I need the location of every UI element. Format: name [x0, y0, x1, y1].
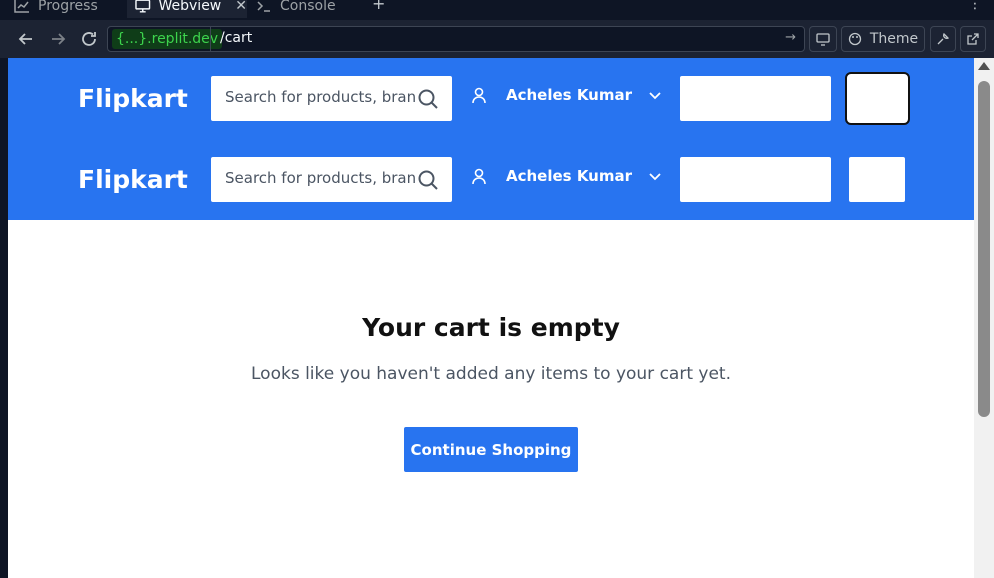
device-toggle-button[interactable]: [809, 26, 837, 52]
site-logo[interactable]: Flipkart: [78, 84, 188, 113]
empty-cart-subtitle: Looks like you haven't added any items t…: [251, 364, 731, 384]
forward-arrow-icon[interactable]: [48, 29, 68, 49]
monitor-icon: [135, 0, 151, 13]
user-name: Acheles Kumar: [506, 86, 633, 104]
search-input[interactable]: [225, 88, 415, 106]
scroll-up-arrow-icon[interactable]: [978, 62, 990, 70]
user-menu[interactable]: Acheles Kumar: [470, 86, 662, 104]
empty-cart-title: Your cart is empty: [362, 313, 620, 342]
user-name: Acheles Kumar: [506, 167, 633, 185]
terminal-icon: [257, 1, 270, 12]
webview-toolbar: {...}.replit.dev /cart → Theme: [0, 20, 994, 58]
user-menu[interactable]: Acheles Kumar: [470, 167, 662, 185]
add-tab-button[interactable]: +: [372, 0, 385, 13]
scrollbar-thumb[interactable]: [978, 81, 990, 417]
theme-button[interactable]: Theme: [841, 26, 925, 52]
go-arrow-icon[interactable]: →: [785, 30, 796, 45]
open-new-window-button[interactable]: [960, 26, 986, 52]
back-arrow-icon[interactable]: [16, 29, 36, 49]
search-box: [211, 76, 452, 121]
devtools-button[interactable]: [930, 26, 956, 52]
reload-icon[interactable]: [79, 29, 99, 49]
tab-progress[interactable]: Progress: [14, 0, 98, 18]
tab-console-label: Console: [280, 0, 336, 14]
palette-icon: [848, 32, 861, 46]
url-path[interactable]: /cart: [220, 30, 252, 46]
ide-tab-bar: Progress Webview ✕ Console + ⋮: [0, 0, 994, 20]
chevron-down-icon: [649, 173, 661, 181]
chevron-down-icon: [649, 92, 661, 100]
wrench-icon: [937, 32, 950, 45]
search-input[interactable]: [225, 169, 415, 187]
cart-button-focused[interactable]: [845, 72, 910, 125]
site-header: Flipkart Acheles Kumar: [8, 58, 974, 139]
user-icon: [472, 168, 486, 185]
url-bar[interactable]: {...}.replit.dev /cart →: [107, 26, 805, 52]
search-icon[interactable]: [417, 88, 439, 110]
theme-label: Theme: [869, 31, 919, 47]
user-icon: [472, 87, 486, 104]
empty-cart-message: Your cart is empty Looks like you haven'…: [8, 313, 974, 384]
url-divider: [210, 27, 211, 51]
monitor-small-icon: [816, 33, 830, 46]
tab-console[interactable]: Console: [256, 0, 336, 18]
header-button-blank[interactable]: [680, 76, 831, 121]
tab-webview-label: Webview: [158, 0, 222, 14]
continue-shopping-button[interactable]: Continue Shopping: [404, 427, 578, 472]
tab-progress-label: Progress: [38, 0, 98, 14]
scrollbar[interactable]: [974, 58, 994, 578]
url-domain: {...}.replit.dev: [112, 29, 223, 49]
search-box: [211, 157, 452, 202]
close-icon[interactable]: ✕: [235, 0, 247, 14]
cart-button[interactable]: [849, 157, 905, 202]
more-icon[interactable]: ⋮: [968, 0, 982, 12]
search-icon[interactable]: [417, 169, 439, 191]
external-link-icon: [967, 33, 979, 45]
site-header-duplicate: Flipkart Acheles Kumar: [8, 139, 974, 220]
site-logo[interactable]: Flipkart: [78, 165, 188, 194]
tab-webview[interactable]: Webview ✕: [127, 0, 247, 18]
header-button-blank[interactable]: [680, 157, 831, 202]
webview-page: Flipkart Acheles Kumar Flipkart Acheles …: [8, 58, 974, 578]
progress-icon: [14, 0, 29, 13]
